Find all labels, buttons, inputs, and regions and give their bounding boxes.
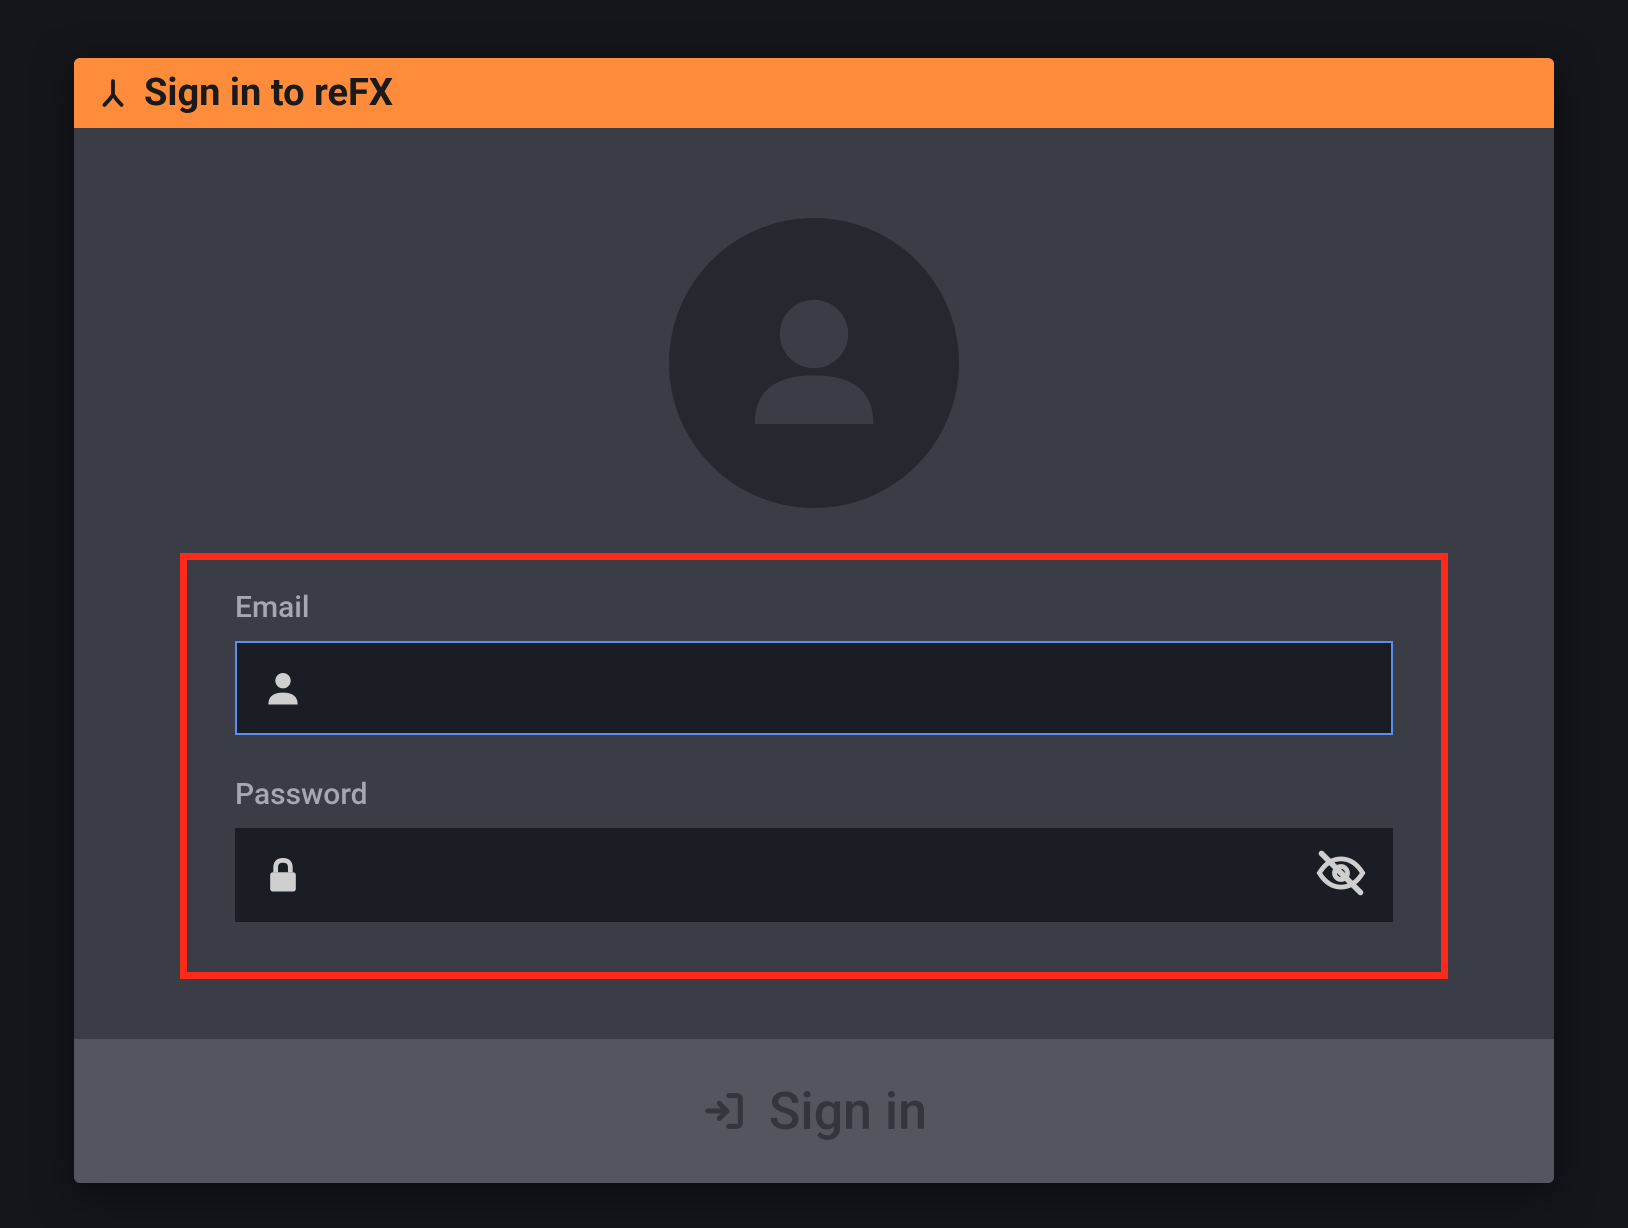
eye-off-icon [1315,847,1367,903]
signin-arrow-icon [701,1087,749,1135]
signin-button[interactable]: Sign in [74,1039,1554,1183]
signin-window: Sign in to reFX Email [74,58,1554,1183]
lock-icon [259,851,307,899]
user-avatar-icon [724,271,904,455]
titlebar: Sign in to reFX [74,58,1554,128]
email-field-group: Email [235,590,1393,735]
password-label: Password [235,777,1393,812]
password-input[interactable] [307,830,1313,920]
password-field-group: Password [235,777,1393,922]
signin-label: Sign in [769,1081,927,1142]
email-input[interactable] [307,643,1369,733]
form-highlight-box: Email Password [180,553,1448,979]
email-input-wrap[interactable] [235,641,1393,735]
avatar-placeholder [669,218,959,508]
refx-logo-icon [96,76,130,110]
person-icon [259,664,307,712]
email-label: Email [235,590,1393,625]
signin-body: Email Password [74,128,1554,1039]
toggle-password-visibility[interactable] [1313,847,1369,903]
password-input-wrap[interactable] [235,828,1393,922]
window-title: Sign in to reFX [144,71,393,115]
